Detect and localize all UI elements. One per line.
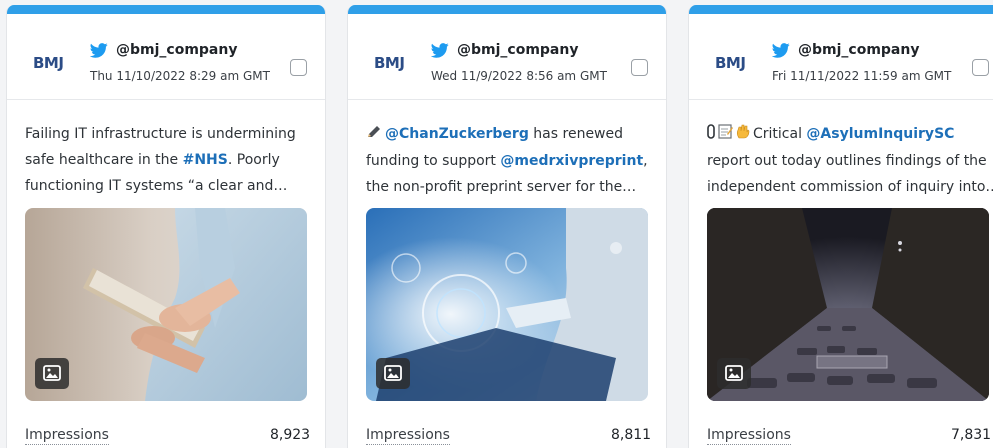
post-date: Thu 11/10/2022 8:29 am GMT: [90, 69, 270, 83]
image-icon: [717, 358, 751, 389]
tweet-text: @ChanZuckerberg has renewed funding to s…: [366, 121, 651, 200]
impressions-label[interactable]: Impressions: [707, 426, 791, 445]
mention-link[interactable]: @ChanZuckerberg: [385, 126, 529, 142]
tweet-text: Critical @AsylumInquirySC report out tod…: [707, 121, 993, 200]
memo-icon: [718, 122, 733, 148]
twitter-icon: [90, 43, 108, 58]
pencil-icon: [366, 122, 382, 148]
tweet-text-segment: safe healthcare in the: [25, 152, 183, 168]
tweet-text-segment: the non-profit preprint server for the…: [366, 179, 637, 195]
bmj-logo: BMJ: [374, 54, 405, 72]
card-header: BMJ @bmj_company Fri 11/11/2022 11:59 am…: [689, 14, 993, 100]
paperclip-icon: [707, 122, 715, 148]
tweet-text-segment: . Poorly: [227, 152, 280, 168]
tweet-text-segment: Critical: [753, 126, 807, 142]
card-accent-bar: [7, 5, 325, 14]
post-media-image[interactable]: [707, 208, 989, 401]
tweet-line: funding to support @medrxivpreprint,: [366, 148, 651, 174]
image-icon: [35, 358, 69, 389]
tweet-line: safe healthcare in the #NHS. Poorly: [25, 147, 310, 173]
tweet-text-segment: funding to support: [366, 153, 501, 169]
impressions-value: 8,923: [270, 427, 311, 443]
tweet-line: @ChanZuckerberg has renewed: [366, 121, 651, 148]
tweet-text-segment: functioning IT systems “a clear and…: [25, 178, 288, 194]
tweet-text-segment: report out today outlines findings of th…: [707, 153, 987, 169]
select-checkbox[interactable]: [972, 59, 989, 76]
twitter-icon: [772, 43, 790, 58]
tweet-line: independent commission of inquiry into…: [707, 174, 993, 200]
twitter-icon: [431, 43, 449, 58]
card-accent-bar: [348, 5, 666, 14]
tweet-line: report out today outlines findings of th…: [707, 148, 992, 174]
post-card[interactable]: BMJ @bmj_company Fri 11/11/2022 11:59 am…: [688, 5, 993, 448]
tweet-text-segment: ,: [643, 153, 648, 169]
card-header: BMJ @bmj_company Wed 11/9/2022 8:56 am G…: [348, 14, 666, 100]
account-handle[interactable]: @bmj_company: [116, 42, 237, 58]
impressions-label[interactable]: Impressions: [25, 426, 109, 445]
post-grid: BMJ @bmj_company Thu 11/10/2022 8:29 am …: [0, 0, 993, 448]
tweet-text-segment: has renewed: [528, 126, 624, 142]
tweet-text-segment: Failing IT infrastructure is undermining: [25, 126, 296, 142]
bmj-logo: BMJ: [715, 54, 746, 72]
select-checkbox[interactable]: [290, 59, 307, 76]
tweet-line: functioning IT systems “a clear and…: [25, 173, 310, 199]
tweet-line: Failing IT infrastructure is undermining: [25, 121, 310, 147]
tweet-line: the non-profit preprint server for the…: [366, 174, 651, 200]
image-icon: [376, 358, 410, 389]
post-media-image[interactable]: [366, 208, 648, 401]
account-handle[interactable]: @bmj_company: [798, 42, 919, 58]
bmj-logo: BMJ: [33, 54, 64, 72]
post-date: Fri 11/11/2022 11:59 am GMT: [772, 69, 952, 83]
mention-link[interactable]: @AsylumInquirySC: [806, 126, 954, 142]
card-accent-bar: [689, 5, 993, 14]
post-card[interactable]: BMJ @bmj_company Wed 11/9/2022 8:56 am G…: [347, 5, 667, 448]
impressions-value: 7,831: [951, 427, 992, 443]
post-card[interactable]: BMJ @bmj_company Thu 11/10/2022 8:29 am …: [6, 5, 326, 448]
impressions-value: 8,811: [611, 427, 652, 443]
select-checkbox[interactable]: [631, 59, 648, 76]
tweet-text-segment: independent commission of inquiry into…: [707, 179, 993, 195]
post-media-image[interactable]: [25, 208, 307, 401]
hand-icon: [736, 122, 750, 148]
post-date: Wed 11/9/2022 8:56 am GMT: [431, 69, 607, 83]
tweet-text: Failing IT infrastructure is undermining…: [25, 121, 310, 199]
mention-link[interactable]: @medrxivpreprint: [500, 153, 643, 169]
account-handle[interactable]: @bmj_company: [457, 42, 578, 58]
tweet-line: Critical @AsylumInquirySC: [707, 121, 992, 148]
card-header: BMJ @bmj_company Thu 11/10/2022 8:29 am …: [7, 14, 325, 100]
impressions-label[interactable]: Impressions: [366, 426, 450, 445]
hashtag-link[interactable]: #NHS: [183, 152, 228, 168]
